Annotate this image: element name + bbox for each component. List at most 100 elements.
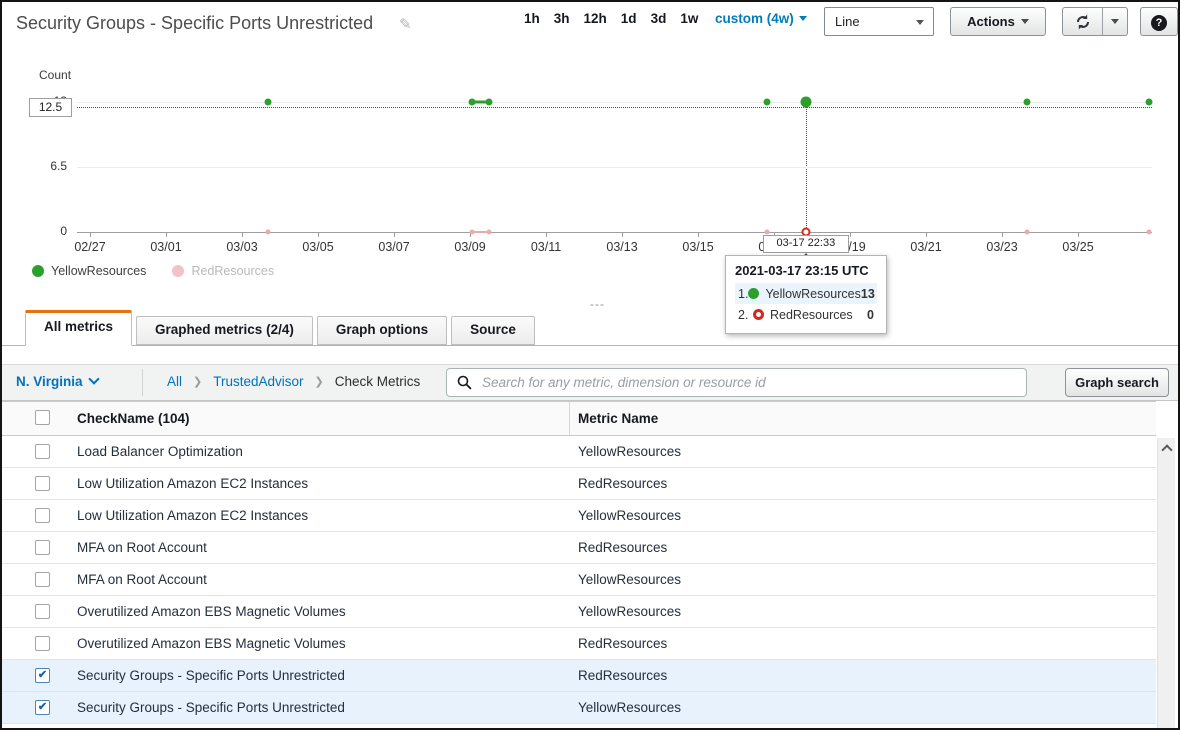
chevron-down-icon	[799, 16, 807, 21]
row-checkname: MFA on Root Account	[77, 540, 207, 555]
custom-range-dropdown[interactable]: custom (4w)	[715, 11, 807, 26]
select-all-checkbox[interactable]	[35, 410, 50, 425]
table-row[interactable]: Overutilized Amazon EBS Magnetic Volumes…	[2, 628, 1156, 660]
x-tick-label: 03/25	[1046, 240, 1110, 254]
breadcrumb-trustedadvisor[interactable]: TrustedAdvisor	[213, 374, 303, 389]
metrics-line-chart[interactable]: Count 12.5 03-17 22:33 YellowResources R…	[2, 50, 1180, 312]
table-row[interactable]: ✔ Security Groups - Specific Ports Unres…	[2, 692, 1156, 724]
table-row[interactable]: MFA on Root Account RedResources	[2, 532, 1156, 564]
search-input[interactable]	[480, 374, 1016, 391]
metric-search-box	[446, 368, 1027, 397]
help-icon: ?	[1151, 15, 1167, 31]
metrics-toolbar: N. Virginia All ❯ TrustedAdvisor ❯ Check Met…	[2, 364, 1180, 401]
refresh-options-button[interactable]	[1102, 7, 1128, 36]
table-header: CheckName (104) Metric Name	[2, 401, 1156, 436]
row-checkbox[interactable]	[35, 604, 50, 619]
row-checkbox[interactable]: ✔	[35, 668, 50, 683]
chevron-down-icon	[1021, 19, 1029, 24]
breadcrumb-check-metrics: Check Metrics	[335, 374, 421, 389]
breadcrumb-separator-icon: ❯	[193, 375, 202, 388]
tooltip-timestamp: 2021-03-17 23:15 UTC	[735, 263, 877, 278]
tooltip-rows: 1. YellowResources 13 2. RedResources 0	[735, 283, 877, 325]
row-checkbox[interactable]	[35, 540, 50, 555]
row-checkname: MFA on Root Account	[77, 572, 207, 587]
row-metricname: RedResources	[578, 668, 667, 683]
data-point-yellowresources	[1145, 99, 1152, 106]
data-point-redresources	[266, 230, 271, 235]
time-range-links: 1h 3h 12h 1d 3d 1w	[524, 11, 698, 26]
row-checkbox[interactable]	[35, 476, 50, 491]
edit-title-pencil-icon[interactable]: ✎	[399, 15, 412, 33]
time-range-1d[interactable]: 1d	[621, 11, 637, 26]
x-tick-label: 03/09	[438, 240, 502, 254]
breadcrumb-separator-icon: ❯	[315, 375, 324, 388]
breadcrumb-all[interactable]: All	[167, 374, 182, 389]
graph-search-button[interactable]: Graph search	[1065, 368, 1169, 397]
tab-source[interactable]: Source	[451, 316, 535, 345]
x-tick-label: 03/23	[970, 240, 1034, 254]
y-tick-label: 6.5	[20, 159, 67, 173]
time-range-3h[interactable]: 3h	[554, 11, 570, 26]
custom-range-label: custom (4w)	[715, 11, 794, 26]
row-metricname: YellowResources	[578, 444, 681, 459]
tab-graphed-metrics-2-4[interactable]: Graphed metrics (2/4)	[136, 316, 313, 345]
help-button[interactable]: ?	[1140, 7, 1178, 36]
table-row[interactable]: Overutilized Amazon EBS Magnetic Volumes…	[2, 596, 1156, 628]
legend-label: YellowResources	[51, 264, 146, 278]
row-checkbox[interactable]: ✔	[35, 700, 50, 715]
x-tick-label: 03/15	[666, 240, 730, 254]
time-range-1w[interactable]: 1w	[680, 11, 698, 26]
refresh-button[interactable]	[1062, 7, 1103, 36]
time-range-1h[interactable]: 1h	[524, 11, 540, 26]
row-checkname: Load Balancer Optimization	[77, 444, 243, 459]
breadcrumb: All ❯ TrustedAdvisor ❯ Check Metrics	[167, 374, 420, 389]
actions-button[interactable]: Actions	[950, 7, 1046, 36]
x-tick-mark	[622, 232, 623, 237]
legend-dot-icon	[32, 265, 44, 277]
data-point-yellowresources	[1024, 99, 1031, 106]
row-checkbox[interactable]	[35, 444, 50, 459]
hover-horizontal-line	[77, 107, 1152, 108]
time-range-3d[interactable]: 3d	[651, 11, 667, 26]
vertical-scrollbar[interactable]	[1157, 438, 1175, 728]
table-row[interactable]: ✔ Security Groups - Specific Ports Unres…	[2, 660, 1156, 692]
tab-all-metrics[interactable]: All metrics	[25, 310, 132, 346]
legend-item-redresources[interactable]: RedResources	[172, 264, 274, 278]
tooltip-row-index: 2.	[738, 308, 753, 322]
row-checkname: Overutilized Amazon EBS Magnetic Volumes	[77, 636, 346, 651]
x-tick-mark	[90, 232, 91, 237]
gridline	[77, 167, 1152, 168]
hover-x-value-box: 03-17 22:33	[763, 235, 849, 253]
time-range-12h[interactable]: 12h	[584, 11, 607, 26]
data-point-redresources	[1025, 230, 1030, 235]
row-checkbox[interactable]	[35, 508, 50, 523]
legend-dot-icon	[172, 265, 184, 277]
tabs: All metricsGraphed metrics (2/4)Graph op…	[2, 312, 1180, 346]
legend-item-yellowresources[interactable]: YellowResources	[32, 264, 146, 278]
chart-legend: YellowResources RedResources	[32, 264, 274, 278]
table-row[interactable]: Low Utilization Amazon EC2 Instances Red…	[2, 468, 1156, 500]
table-body: Load Balancer Optimization YellowResourc…	[2, 436, 1156, 724]
tab-graph-options[interactable]: Graph options	[317, 316, 447, 345]
data-point-redresources	[765, 230, 770, 235]
region-selector[interactable]: N. Virginia	[16, 374, 98, 389]
x-tick-mark	[850, 232, 851, 237]
actions-label: Actions	[967, 14, 1015, 29]
chevron-down-icon	[1111, 19, 1119, 24]
tooltip-series-name: YellowResources	[765, 287, 860, 301]
legend-label: RedResources	[191, 264, 274, 278]
tooltip-row-index: 1.	[738, 287, 748, 301]
table-row[interactable]: Load Balancer Optimization YellowResourc…	[2, 436, 1156, 468]
tooltip-series-value: 13	[861, 287, 875, 301]
chart-type-select[interactable]: Line	[824, 7, 934, 36]
gridline	[77, 102, 1152, 103]
table-row[interactable]: MFA on Root Account YellowResources	[2, 564, 1156, 596]
chart-type-value: Line	[835, 14, 860, 29]
x-tick-mark	[1078, 232, 1079, 237]
scroll-up-icon[interactable]	[1161, 444, 1172, 455]
row-checkbox[interactable]	[35, 572, 50, 587]
row-metricname: RedResources	[578, 476, 667, 491]
row-checkname: Overutilized Amazon EBS Magnetic Volumes	[77, 604, 346, 619]
table-row[interactable]: Low Utilization Amazon EC2 Instances Yel…	[2, 500, 1156, 532]
row-checkbox[interactable]	[35, 636, 50, 651]
